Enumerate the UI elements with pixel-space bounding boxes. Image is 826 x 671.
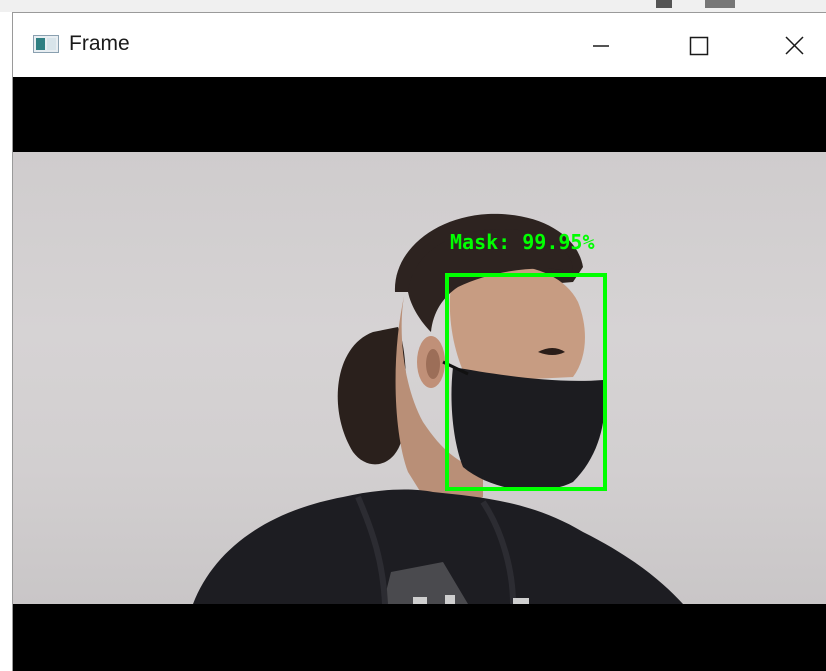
close-button[interactable] <box>766 19 826 71</box>
close-icon <box>785 36 804 55</box>
person-silhouette <box>193 213 683 604</box>
minimize-icon <box>593 45 609 47</box>
camera-image: Mask: 99.95% <box>13 152 826 604</box>
title-bar[interactable]: Frame <box>13 13 826 77</box>
background-window-peek <box>705 0 735 8</box>
desktop-background <box>0 0 826 12</box>
window-title: Frame <box>69 32 130 55</box>
window-app-icon[interactable] <box>33 35 59 53</box>
video-frame: Mask: 99.95% <box>13 77 826 671</box>
maximize-icon <box>689 36 709 56</box>
maximize-button[interactable] <box>669 19 729 71</box>
detection-bounding-box <box>445 273 607 491</box>
detection-label: Mask: 99.95% <box>450 230 595 254</box>
frame-window: Frame Mask: 99.95% <box>12 12 826 671</box>
minimize-button[interactable] <box>569 19 629 71</box>
background-window-peek <box>656 0 672 8</box>
